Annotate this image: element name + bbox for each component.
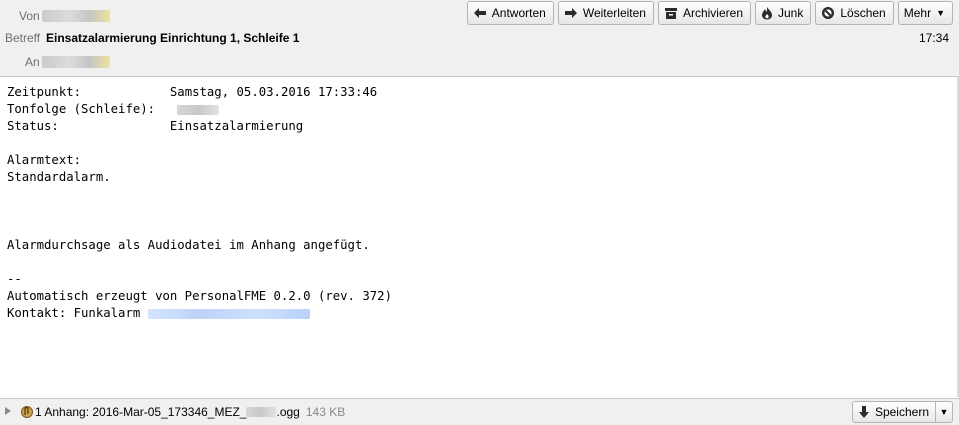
junk-label: Junk <box>778 6 804 20</box>
message-body: Zeitpunkt: Samstag, 05.03.2016 17:33:46 … <box>7 84 392 322</box>
attachment-name-suffix: .ogg <box>276 405 300 419</box>
attachment-name-prefix: 1 Anhang: 2016-Mar-05_173346_MEZ_ <box>35 405 247 419</box>
contact-link-redacted[interactable] <box>147 308 310 319</box>
forward-label: Weiterleiten <box>582 6 646 20</box>
save-label: Speichern <box>874 405 929 419</box>
delete-label: Löschen <box>840 6 886 20</box>
reply-button[interactable]: Antworten <box>466 1 554 25</box>
signature-generator: Automatisch erzeugt von PersonalFME 0.2.… <box>7 289 392 303</box>
subject-label: Betreff <box>5 31 41 45</box>
forward-arrow-icon <box>564 8 577 18</box>
audio-note: Alarmdurchsage als Audiodatei im Anhang … <box>7 238 370 252</box>
to-label: An <box>25 55 40 69</box>
signature-separator: -- <box>7 272 22 286</box>
attachment-size: 143 KB <box>305 405 346 419</box>
status-label: Status: <box>7 119 59 133</box>
save-dropdown-chevron-down-icon[interactable]: ▼ <box>935 401 953 423</box>
tonfolge-value-redacted <box>177 104 220 115</box>
archive-box-icon <box>664 7 677 19</box>
archive-button[interactable]: Archivieren <box>657 1 751 25</box>
archive-label: Archivieren <box>682 6 743 20</box>
zeitpunkt-label: Zeitpunkt: <box>7 85 82 99</box>
attachment-summary[interactable]: 1 Anhang: 2016-Mar-05_173346_MEZ_ .ogg 143… <box>35 405 345 419</box>
status-value: Einsatzalarmierung <box>169 119 304 133</box>
more-button[interactable]: Mehr ▼ <box>897 1 953 25</box>
junk-button[interactable]: Junk <box>755 1 812 25</box>
download-arrow-icon <box>858 406 869 418</box>
delete-button[interactable]: Löschen <box>815 1 894 25</box>
reply-arrow-icon <box>473 8 486 18</box>
alarmtext-value: Standardalarm. <box>7 170 111 184</box>
expand-twisty-icon[interactable] <box>5 407 11 415</box>
save-button[interactable]: Speichern <box>851 401 935 423</box>
to-address-redacted[interactable] <box>42 56 110 68</box>
from-label: Von <box>19 9 40 23</box>
delete-circle-icon <box>822 7 835 19</box>
tonfolge-label: Tonfolge (Schleife): <box>7 102 156 116</box>
attachment-name-redacted <box>246 407 277 417</box>
zeitpunkt-value: Samstag, 05.03.2016 17:33:46 <box>169 85 378 99</box>
alarmtext-label: Alarmtext: <box>7 153 82 167</box>
reply-label: Antworten <box>491 6 546 20</box>
from-address-redacted[interactable] <box>42 10 110 22</box>
message-time: 17:34 <box>918 31 949 45</box>
attachment-bar: 1 Anhang: 2016-Mar-05_173346_MEZ_ .ogg 143… <box>0 398 959 425</box>
subject-text: Einsatzalarmierung Einrichtung 1, Schlei… <box>46 31 300 45</box>
message-toolbar: Antworten Weiterleiten Archivieren Junk … <box>466 1 953 25</box>
forward-button[interactable]: Weiterleiten <box>557 1 654 25</box>
signature-contact-label: Kontakt: Funkalarm <box>7 306 148 320</box>
save-button-group: Speichern ▼ <box>851 401 953 423</box>
message-header: Von Betreff Einsatzalarmierung Einrichtu… <box>0 0 959 77</box>
paperclip-icon <box>21 406 33 418</box>
chevron-down-icon: ▼ <box>936 8 945 18</box>
more-label: Mehr <box>903 6 932 20</box>
flame-icon <box>762 7 772 20</box>
